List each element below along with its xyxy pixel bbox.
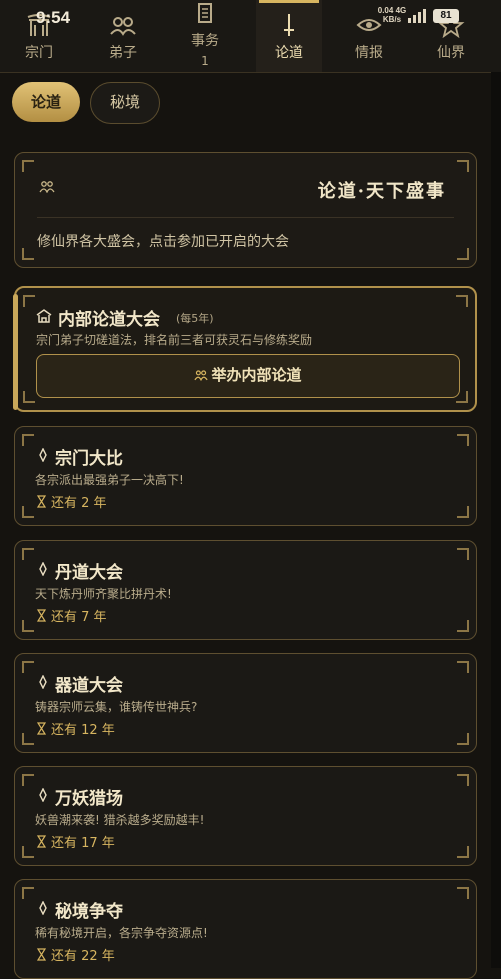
nav-label: 宗门: [25, 45, 53, 61]
hourglass-icon: [37, 609, 46, 622]
nav-label: 弟子: [109, 45, 137, 61]
status-time: 9:54: [36, 8, 71, 27]
nav-label: 仙界: [437, 45, 465, 61]
nav-label: 事务: [191, 33, 219, 49]
hourglass-icon: [37, 948, 46, 961]
event-countdown: 还有 12 年: [51, 723, 115, 738]
signal-icon: [408, 9, 426, 23]
conference-title: 内部论道大会: [58, 310, 160, 330]
divider: [37, 217, 454, 218]
nav-badge-count: 1: [201, 54, 209, 68]
tab-debate[interactable]: 论道: [12, 82, 80, 122]
tab-secret-realm[interactable]: 秘境: [90, 82, 160, 124]
top-nav-bar: 宗门 弟子 事务 1 论道 情报 仙界 9:54 0.04 4G KB/s 81: [0, 0, 501, 73]
scroll-edge: [491, 72, 501, 968]
diamond-icon: [39, 675, 47, 689]
event-title: 宗门大比: [55, 449, 123, 469]
network-speed: 0.04 4G KB/s: [377, 6, 407, 24]
hold-internal-debate-button[interactable]: 举办内部论道: [36, 354, 460, 398]
nav-label: 论道: [275, 45, 303, 61]
event-title: 万妖猎场: [55, 789, 123, 809]
hourglass-icon: [37, 722, 46, 735]
event-description: 稀有秘境开启，各宗争夺资源点!: [35, 926, 208, 940]
page-title: 论道·天下盛事: [317, 181, 446, 202]
battery-indicator: 81: [433, 9, 459, 23]
hourglass-icon: [37, 495, 46, 508]
diamond-icon: [39, 788, 47, 802]
event-card[interactable]: 万妖猎场 妖兽潮来袭! 猎杀越多奖励越丰! 还有 17 年: [14, 766, 477, 866]
people-icon: [39, 181, 55, 193]
event-description: 各宗派出最强弟子一决高下!: [35, 473, 184, 487]
event-title: 秘境争夺: [55, 902, 123, 922]
event-title: 器道大会: [55, 676, 123, 696]
event-card[interactable]: 秘境争夺 稀有秘境开启，各宗争夺资源点! 还有 22 年: [14, 879, 477, 979]
people-icon: [194, 370, 209, 381]
event-card[interactable]: 宗门大比 各宗派出最强弟子一决高下! 还有 2 年: [14, 426, 477, 526]
event-countdown: 还有 2 年: [51, 496, 107, 511]
hold-button-label: 举办内部论道: [211, 366, 302, 384]
diamond-icon: [39, 901, 47, 915]
hall-icon: [36, 309, 52, 323]
event-description: 天下炼丹师齐聚比拼丹术!: [35, 587, 172, 601]
hero-description: 修仙界各大盛会，点击参加已开启的大会: [37, 234, 289, 250]
event-card[interactable]: 器道大会 铸器宗师云集，谁铸传世神兵? 还有 12 年: [14, 653, 477, 753]
event-description: 铸器宗师云集，谁铸传世神兵?: [35, 700, 198, 714]
status-bar: 9:54 0.04 4G KB/s 81: [0, 0, 501, 27]
conference-frequency: (每5年): [176, 312, 214, 325]
event-countdown: 还有 22 年: [51, 949, 115, 964]
inner-conference-card: 内部论道大会 (每5年) 宗门弟子切磋道法，排名前三者可获灵石与修练奖励 举办内…: [13, 286, 477, 412]
diamond-icon: [39, 448, 47, 462]
event-countdown: 还有 7 年: [51, 610, 107, 625]
event-countdown: 还有 17 年: [51, 836, 115, 851]
event-title: 丹道大会: [55, 563, 123, 583]
event-card[interactable]: 丹道大会 天下炼丹师齐聚比拼丹术! 还有 7 年: [14, 540, 477, 640]
card-accent-bar: [13, 294, 18, 410]
conference-description: 宗门弟子切磋道法，排名前三者可获灵石与修练奖励: [36, 333, 313, 347]
hero-banner: 论道·天下盛事 修仙界各大盛会，点击参加已开启的大会: [14, 152, 477, 268]
nav-label: 情报: [355, 45, 383, 61]
diamond-icon: [39, 562, 47, 576]
hourglass-icon: [37, 835, 46, 848]
event-description: 妖兽潮来袭! 猎杀越多奖励越丰!: [35, 813, 205, 827]
